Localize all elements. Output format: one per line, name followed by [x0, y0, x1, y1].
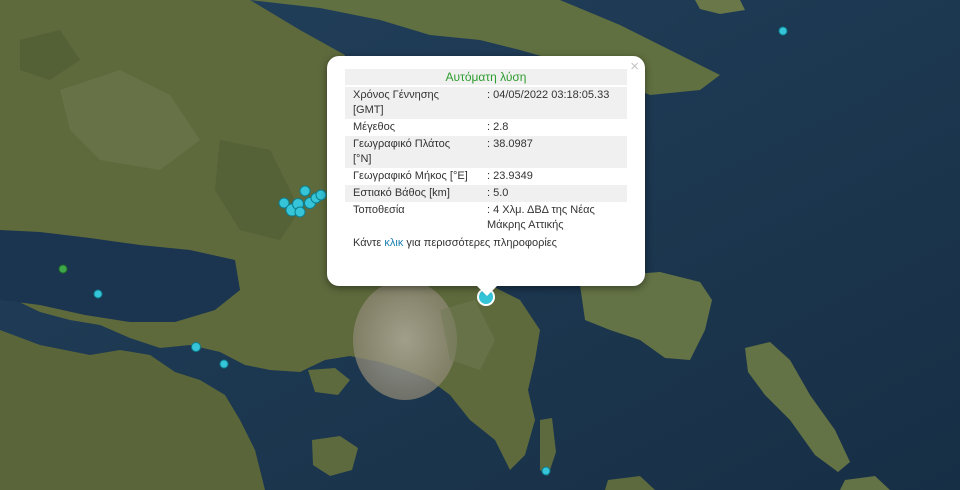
- earthquake-marker-icon[interactable]: [219, 359, 229, 369]
- earthquake-marker-icon[interactable]: [778, 26, 788, 36]
- row-value-origin-time: : 04/05/2022 03:18:05.33: [479, 87, 627, 119]
- earthquake-details-table: Χρόνος Γέννησης [GMT] : 04/05/2022 03:18…: [345, 87, 627, 234]
- table-row: Γεωγραφικό Πλάτος [°N] : 38.0987: [345, 136, 627, 168]
- footer-suffix: για περισσότερες πληροφορίες: [403, 237, 557, 249]
- row-label-magnitude: Μέγεθος: [353, 121, 396, 133]
- satellite-map[interactable]: × Αυτόματη λύση Χρόνος Γέννησης [GMT] : …: [0, 0, 960, 490]
- table-row: Χρόνος Γέννησης [GMT] : 04/05/2022 03:18…: [345, 87, 627, 119]
- row-value-magnitude: : 2.8: [487, 121, 509, 133]
- table-row: Γεωγραφικό Μήκος [°E] : 23.9349: [345, 168, 627, 185]
- row-label-depth: Εστιακό Βάθος [km]: [345, 185, 479, 202]
- footer-prefix: Κάντε: [353, 237, 385, 249]
- popup-title: Αυτόματη λύση: [345, 69, 627, 85]
- row-label-origin-time: Χρόνος Γέννησης [GMT]: [345, 87, 479, 119]
- table-row: Εστιακό Βάθος [km] : 5.0: [345, 185, 627, 202]
- earthquake-marker-icon[interactable]: [191, 342, 201, 352]
- earthquake-marker-icon[interactable]: [294, 206, 306, 218]
- row-value-latitude: : 38.0987: [479, 136, 627, 168]
- row-label-longitude: Γεωγραφικό Μήκος [°E]: [353, 170, 468, 182]
- row-label-location: Τοποθεσία: [353, 204, 405, 216]
- popup-footer: Κάντε κλικ για περισσότερες πληροφορίες: [345, 234, 627, 251]
- row-value-depth: : 5.0: [479, 185, 627, 202]
- urban-athens: [353, 280, 457, 400]
- table-row: Τοποθεσία : 4 Χλμ. ΔΒΔ της Νέας Μάκρης Α…: [345, 202, 627, 234]
- more-info-link[interactable]: κλικ: [384, 237, 403, 249]
- earthquake-marker-icon[interactable]: [58, 264, 68, 274]
- earthquake-marker-icon[interactable]: [299, 185, 311, 197]
- row-label-latitude: Γεωγραφικό Πλάτος [°N]: [345, 136, 479, 168]
- earthquake-marker-icon[interactable]: [315, 189, 327, 201]
- row-value-longitude: : 23.9349: [487, 170, 533, 182]
- earthquake-marker-icon[interactable]: [93, 289, 103, 299]
- close-icon[interactable]: ×: [630, 59, 639, 75]
- earthquake-marker-icon[interactable]: [541, 466, 551, 476]
- row-value-location: : 4 Χλμ. ΔΒΔ της Νέας Μάκρης Αττικής: [487, 204, 595, 231]
- earthquake-info-popup: × Αυτόματη λύση Χρόνος Γέννησης [GMT] : …: [327, 56, 645, 296]
- table-row: Μέγεθος : 2.8: [345, 119, 627, 136]
